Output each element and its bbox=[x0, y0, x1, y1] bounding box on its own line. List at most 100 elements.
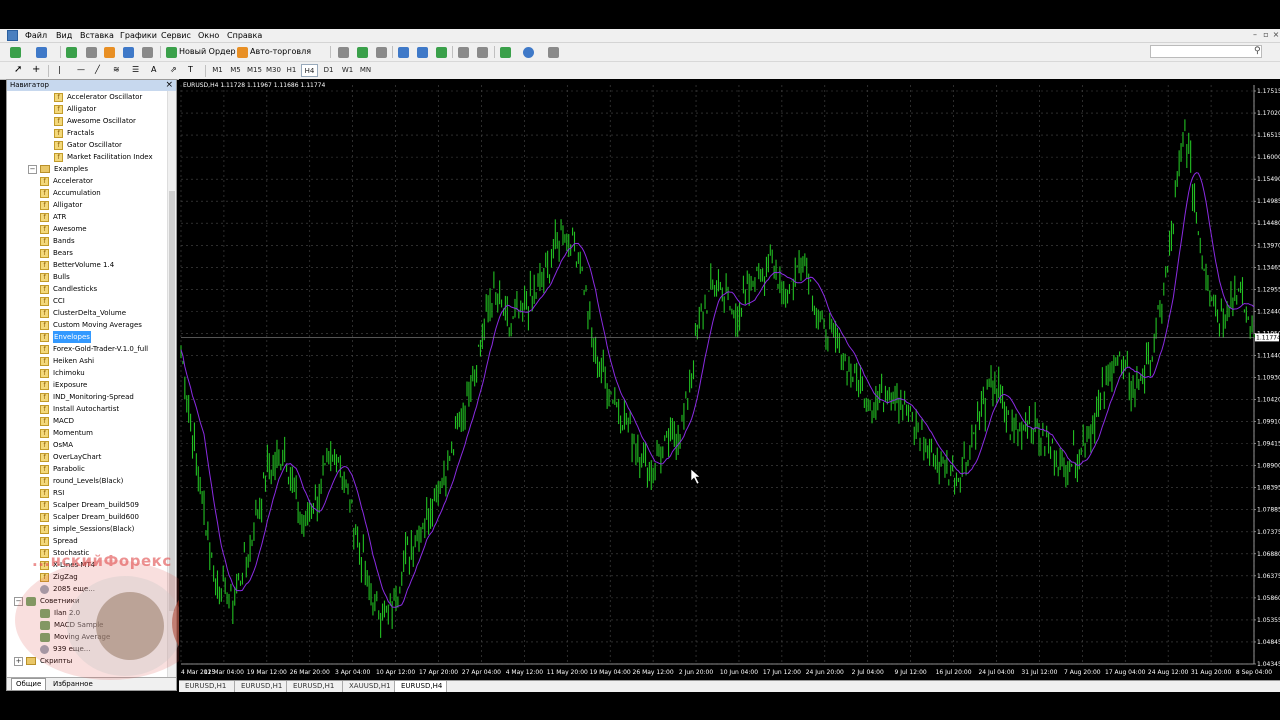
menu-view[interactable]: Вид bbox=[55, 30, 73, 41]
timeframe-h4[interactable]: H4 bbox=[301, 64, 318, 77]
candlestick-button[interactable] bbox=[355, 45, 370, 59]
timeframe-w1[interactable]: W1 bbox=[339, 64, 356, 77]
expander-icon[interactable]: − bbox=[28, 165, 37, 174]
vertical-line-tool[interactable]: | bbox=[56, 63, 63, 77]
label-tool[interactable]: T bbox=[186, 63, 195, 77]
tester-button[interactable] bbox=[140, 45, 155, 59]
navigator-item[interactable]: Скрипты bbox=[26, 655, 72, 667]
navigator-item[interactable]: f Scalper Dream_build509 bbox=[40, 499, 139, 511]
zoom-in-button[interactable] bbox=[396, 45, 411, 59]
navigator-item[interactable]: MACD Sample bbox=[40, 619, 103, 631]
navigator-item[interactable]: Moving Average bbox=[40, 631, 110, 643]
navigator-item[interactable]: f iExposure bbox=[40, 379, 87, 391]
menu-tools[interactable]: Сервис bbox=[160, 30, 192, 41]
close-icon[interactable]: × bbox=[1271, 30, 1280, 40]
text-tool[interactable]: A bbox=[149, 63, 158, 77]
navigator-item[interactable]: f Candlesticks bbox=[40, 283, 97, 295]
indicators-button[interactable] bbox=[498, 45, 513, 59]
templates-button[interactable] bbox=[546, 45, 561, 59]
navigator-item[interactable]: f Awesome Oscillator bbox=[54, 115, 136, 127]
navigator-item[interactable]: 939 еще... bbox=[40, 643, 90, 655]
navigator-item[interactable]: f Gator Oscillator bbox=[54, 139, 122, 151]
navigator-item[interactable]: f Stochastic bbox=[40, 547, 89, 559]
navigator-item[interactable]: f Fractals bbox=[54, 127, 94, 139]
line-chart-button[interactable] bbox=[374, 45, 389, 59]
timeframe-h1[interactable]: H1 bbox=[283, 64, 300, 77]
horizontal-line-tool[interactable]: — bbox=[75, 63, 87, 77]
chart-tab-eurusd-h4[interactable]: EURUSD,H4 bbox=[395, 681, 447, 692]
navigator-item[interactable]: f OverLayChart bbox=[40, 451, 101, 463]
navigator-item[interactable]: 2085 еще... bbox=[40, 583, 95, 595]
navigator-scrollbar[interactable] bbox=[167, 91, 176, 679]
terminal-button[interactable] bbox=[121, 45, 136, 59]
navigator-item[interactable]: f Awesome bbox=[40, 223, 87, 235]
market-watch-button[interactable] bbox=[64, 45, 79, 59]
timeframe-d1[interactable]: D1 bbox=[320, 64, 337, 77]
navigator-item[interactable]: f Bulls bbox=[40, 271, 70, 283]
timeframe-m1[interactable]: M1 bbox=[209, 64, 226, 77]
navigator-item[interactable]: Examples bbox=[40, 163, 88, 175]
navigator-item[interactable]: f ATR bbox=[40, 211, 66, 223]
navigator-item[interactable]: f Alligator bbox=[54, 103, 96, 115]
menu-file[interactable]: Файл bbox=[24, 30, 48, 41]
navigator-item[interactable]: f Ichimoku bbox=[40, 367, 85, 379]
crosshair-tool[interactable]: + bbox=[30, 63, 42, 77]
auto-scroll-button[interactable] bbox=[475, 45, 490, 59]
bar-chart-button[interactable] bbox=[336, 45, 351, 59]
navigator-item[interactable]: f Market Facilitation Index bbox=[54, 151, 153, 163]
menu-charts[interactable]: Графики bbox=[119, 30, 158, 41]
menu-help[interactable]: Справка bbox=[226, 30, 263, 41]
navigator-item[interactable]: f CCI bbox=[40, 295, 65, 307]
chart-tab-eurusd-h1[interactable]: EURUSD,H1 bbox=[287, 681, 343, 692]
navigator-item[interactable]: f Accelerator bbox=[40, 175, 93, 187]
menu-insert[interactable]: Вставка bbox=[79, 30, 115, 41]
zoom-out-button[interactable] bbox=[415, 45, 430, 59]
navigator-item[interactable]: f Envelopes bbox=[40, 331, 91, 343]
expander-icon[interactable]: − bbox=[14, 597, 23, 606]
fibonacci-tool[interactable]: ☰ bbox=[130, 63, 141, 77]
chart-tab-xauusd-h1[interactable]: XAUUSD,H1 bbox=[343, 681, 395, 692]
navigator-item[interactable]: f Momentum bbox=[40, 427, 93, 439]
restore-icon[interactable]: ▫ bbox=[1261, 30, 1271, 40]
expander-icon[interactable]: + bbox=[14, 657, 23, 666]
timeframe-m30[interactable]: M30 bbox=[265, 64, 282, 77]
timeframe-mn[interactable]: MN bbox=[357, 64, 374, 77]
navigator-item[interactable]: Советники bbox=[26, 595, 80, 607]
navigator-item[interactable]: f ZigZag bbox=[40, 571, 78, 583]
navigator-item[interactable]: f Install Autochartist bbox=[40, 403, 119, 415]
navigator-item[interactable]: f Bears bbox=[40, 247, 73, 259]
timeframe-m15[interactable]: M15 bbox=[246, 64, 263, 77]
menu-window[interactable]: Окно bbox=[197, 30, 220, 41]
navigator-item[interactable]: f Accelerator Oscillator bbox=[54, 91, 142, 103]
navigator-item[interactable]: f Accumulation bbox=[40, 187, 101, 199]
chart-tab-eurusd-h1[interactable]: EURUSD,H1 bbox=[235, 681, 287, 692]
navigator-item[interactable]: f Custom Moving Averages bbox=[40, 319, 142, 331]
timeframe-m5[interactable]: M5 bbox=[227, 64, 244, 77]
navigator-item[interactable]: f BetterVolume 1.4 bbox=[40, 259, 114, 271]
chart-shift-button[interactable] bbox=[456, 45, 471, 59]
data-window-button[interactable] bbox=[84, 45, 99, 59]
navigator-item[interactable]: f ClusterDelta_Volume bbox=[40, 307, 126, 319]
navigator-button[interactable] bbox=[102, 45, 117, 59]
arrows-tool[interactable]: ⇗ bbox=[168, 63, 179, 77]
periods-button[interactable] bbox=[521, 45, 536, 59]
channel-tool[interactable]: ≋ bbox=[111, 63, 122, 77]
navigator-item[interactable]: f Parabolic bbox=[40, 463, 85, 475]
navigator-item[interactable]: f Alligator bbox=[40, 199, 82, 211]
tab-common[interactable]: Общие bbox=[11, 678, 47, 690]
navigator-item[interactable]: f RSI bbox=[40, 487, 64, 499]
navigator-item[interactable]: f Forex-Gold-Trader-V.1.0_full bbox=[40, 343, 148, 355]
scrollbar-thumb[interactable] bbox=[169, 191, 175, 611]
search-input[interactable] bbox=[1150, 45, 1262, 58]
navigator-item[interactable]: f round_Levels(Black) bbox=[40, 475, 123, 487]
navigator-item[interactable]: Ilan 2.0 bbox=[40, 607, 80, 619]
new-chart-button[interactable] bbox=[8, 45, 23, 59]
trendline-tool[interactable]: ╱ bbox=[93, 63, 102, 77]
autotrading-button[interactable]: Авто-торговля bbox=[235, 45, 313, 59]
profiles-button[interactable] bbox=[34, 45, 49, 59]
navigator-item[interactable]: f Bands bbox=[40, 235, 75, 247]
new-order-button[interactable]: Новый Ордер bbox=[164, 45, 238, 59]
minimize-icon[interactable]: – bbox=[1250, 30, 1260, 40]
navigator-item[interactable]: f Scalper Dream_build600 bbox=[40, 511, 139, 523]
tile-windows-button[interactable] bbox=[434, 45, 449, 59]
